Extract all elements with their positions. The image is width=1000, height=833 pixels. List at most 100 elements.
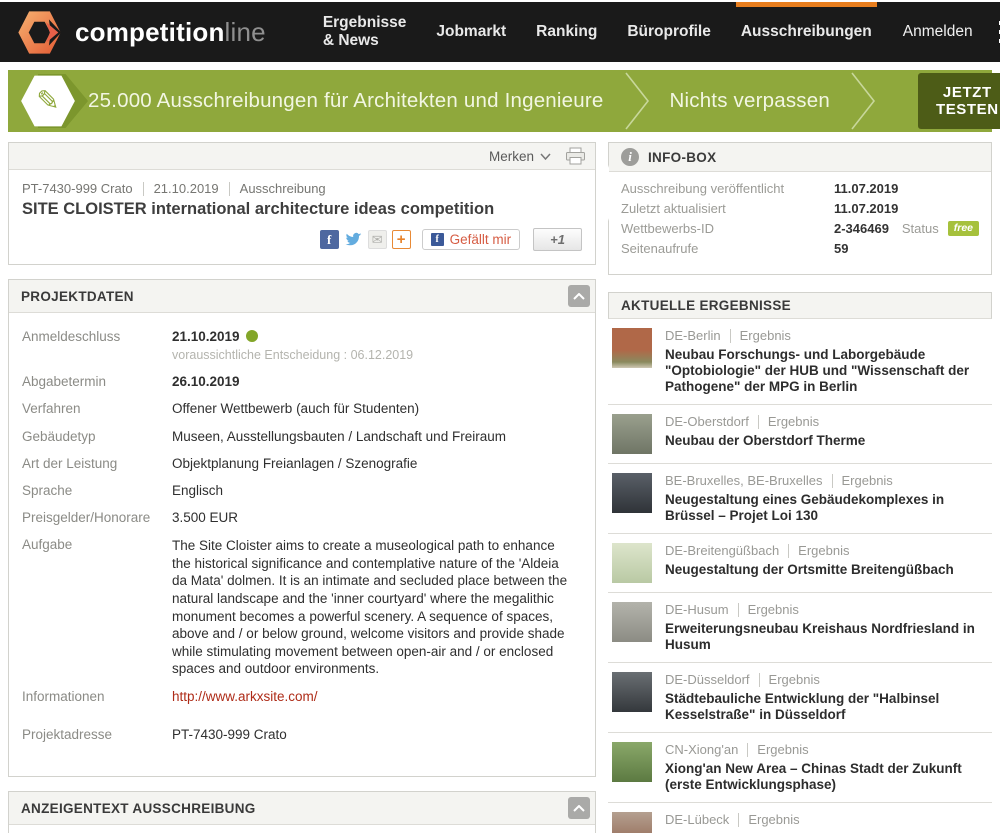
result-location: DE-Berlin (665, 328, 721, 344)
result-title[interactable]: Xiong'an New Area – Chinas Stadt der Zuk… (665, 761, 990, 793)
field-projektadresse: Projektadresse PT-7430-999 Crato (22, 727, 582, 743)
result-location: DE-Düsseldorf (665, 672, 750, 688)
twitter-share-icon[interactable] (344, 230, 363, 249)
result-location: DE-Breitengüßbach (665, 543, 779, 559)
result-item[interactable]: CN-Xiong'an Ergebnis Xiong'an New Area – … (608, 733, 992, 803)
nav-ausschreibungen[interactable]: Ausschreibungen (726, 2, 887, 62)
main-nav: Ergebnisse & News Jobmarkt Ranking Bürop… (308, 2, 887, 62)
breadcrumb-type: Ausschreibung (240, 181, 326, 196)
field-aufgabe: Aufgabe The Site Cloister aims to create… (22, 537, 582, 677)
nav-ergebnisse-news[interactable]: Ergebnisse & News (308, 2, 422, 62)
share-more-icon[interactable]: + (392, 230, 411, 249)
field-gebaeudetyp: Gebäudetyp Museen, Ausstellungsbauten / … (22, 429, 582, 445)
collapse-icon[interactable] (568, 285, 590, 307)
competition-header-card: Merken PT-7430-999 Crato 21.10.2019 (8, 142, 596, 265)
status-dot-green (246, 330, 258, 342)
nav-jobmarkt[interactable]: Jobmarkt (421, 2, 521, 62)
print-icon[interactable] (565, 147, 586, 165)
competitionline-logo-icon (16, 9, 63, 56)
info-row-wettbewerbs-id: Wettbewerbs-ID 2-346469 Status free (621, 221, 979, 236)
logo-text-light: line (225, 17, 266, 47)
projektdaten-section: PROJEKTDATEN Anmeldeschluss 21.10.2019 v… (8, 279, 596, 777)
social-share-row: f ✉ + f Gefällt mir +1 (22, 228, 582, 251)
section-title: PROJEKTDATEN (21, 289, 134, 304)
result-item[interactable]: DE-OberstdorfErgebnis Neubau der Oberstd… (608, 405, 992, 464)
logo[interactable]: competitionline (16, 9, 266, 56)
anzeigentext-body: Liegt nicht vor. (9, 825, 595, 833)
chevron-separator-icon (624, 72, 650, 130)
email-share-icon[interactable]: ✉ (368, 230, 387, 249)
result-item[interactable]: DE-Berlin Ergebnis Neubau Forschungs- und… (608, 319, 992, 405)
logo-text-bold: competition (75, 17, 225, 47)
info-row-aktualisiert: Zuletzt aktualisiert 11.07.2019 (621, 201, 979, 216)
result-title[interactable]: Neubau der Oberstdorf Therme (665, 433, 865, 449)
nav-ranking[interactable]: Ranking (521, 2, 612, 62)
anzeigentext-header: ANZEIGENTEXT AUSSCHREIBUNG (9, 792, 595, 825)
result-location: DE-Husum (665, 602, 729, 618)
breadcrumb-date: 21.10.2019 (154, 181, 219, 196)
info-row-seitenaufrufe: Seitenaufrufe 59 (621, 241, 979, 256)
result-title[interactable]: Neubau Forschungs- und Laborgebäude "Opt… (665, 347, 990, 395)
facebook-share-icon[interactable]: f (320, 230, 339, 249)
google-plusone-button[interactable]: +1 (533, 228, 582, 251)
result-tag: Ergebnis (769, 672, 820, 688)
result-title[interactable]: Neugestaltung eines Gebäudekomplexes in … (665, 492, 990, 524)
breadcrumb-project-id: PT-7430-999 Crato (22, 181, 133, 196)
result-tag: Ergebnis (748, 602, 799, 618)
merken-dropdown[interactable]: Merken (489, 149, 551, 164)
logo-text: competitionline (75, 17, 266, 48)
pencil-icon: ✎ (36, 87, 59, 115)
result-title[interactable]: Erweiterungsneubau Kreishaus Nordfriesla… (665, 621, 990, 653)
field-abgabetermin: Abgabetermin 26.10.2019 (22, 374, 582, 390)
result-location: BE-Bruxelles, BE-Bruxelles (665, 473, 823, 489)
pencil-hexagon-icon: ✎ (8, 70, 88, 132)
result-thumbnail (612, 602, 652, 642)
result-tag: Ergebnis (757, 742, 808, 758)
field-art-der-leistung: Art der Leistung Objektplanung Freianlag… (22, 456, 582, 472)
merken-label: Merken (489, 149, 534, 164)
result-tag: Ergebnis (768, 414, 819, 430)
breadcrumb: PT-7430-999 Crato 21.10.2019 Ausschreibu… (22, 181, 582, 196)
card-toolbar: Merken (9, 143, 595, 170)
result-title[interactable]: Neugestaltung der Ortsmitte Breitengüßba… (665, 562, 954, 578)
entscheidung-note: voraussichtliche Entscheidung : 06.12.20… (172, 348, 572, 363)
collapse-icon[interactable] (568, 797, 590, 819)
result-tag: Ergebnis (798, 543, 849, 559)
anmeldeschluss-date: 21.10.2019 (172, 329, 240, 344)
result-thumbnail (612, 328, 652, 368)
result-title[interactable]: Städtebauliche Entwicklung der "Halbinse… (665, 691, 990, 723)
chevron-separator-icon (850, 72, 876, 130)
field-informationen: Informationen http://www.arkxsite.com/ (22, 689, 582, 705)
ergebnisse-header: AKTUELLE ERGEBNISSE (608, 292, 992, 319)
nav-bueroprofile[interactable]: Büroprofile (612, 2, 726, 62)
info-url-link[interactable]: http://www.arkxsite.com/ (172, 689, 318, 704)
anzeigentext-section: ANZEIGENTEXT AUSSCHREIBUNG Liegt nicht v… (8, 791, 596, 833)
result-thumbnail (612, 414, 652, 454)
info-box-pointer (599, 165, 609, 221)
section-title: INFO-BOX (648, 150, 716, 165)
jetzt-testen-button[interactable]: JETZT TESTEN ❯ (918, 73, 1000, 129)
result-item[interactable]: DE-LübeckErgebnis Neubau eines Hotels au… (608, 803, 992, 833)
field-anmeldeschluss: Anmeldeschluss 21.10.2019 voraussichtlic… (22, 329, 582, 363)
result-location: DE-Lübeck (665, 812, 729, 828)
login-link[interactable]: Anmelden (903, 23, 973, 41)
result-tag: Ergebnis (748, 812, 799, 828)
result-thumbnail (612, 473, 652, 513)
ergebnisse-list: DE-Berlin Ergebnis Neubau Forschungs- und… (608, 319, 992, 833)
result-item[interactable]: BE-Bruxelles, BE-BruxellesErgebnis Neuge… (608, 464, 992, 534)
status-badge: free (948, 221, 979, 236)
result-item[interactable]: DE-Husum Ergebnis Erweiterungsneubau Krei… (608, 593, 992, 663)
like-label: Gefällt mir (450, 232, 512, 247)
result-item[interactable]: DE-Breitengüßbach Ergebnis Neugestaltung … (608, 534, 992, 593)
page-title: SITE CLOISTER international architecture… (22, 200, 582, 219)
info-icon: i (621, 148, 639, 166)
result-tag: Ergebnis (740, 328, 791, 344)
section-title: AKTUELLE ERGEBNISSE (621, 298, 791, 313)
result-location: CN-Xiong'an (665, 742, 738, 758)
top-navbar: competitionline Ergebnisse & News Jobmar… (0, 2, 1000, 62)
cta-label: JETZT TESTEN (936, 84, 999, 118)
banner-headline: 25.000 Ausschreibungen für Architekten u… (88, 89, 604, 113)
field-verfahren: Verfahren Offener Wettbewerb (auch für S… (22, 401, 582, 417)
result-item[interactable]: DE-Düsseldorf Ergebnis Städtebauliche Ent… (608, 663, 992, 733)
facebook-like-button[interactable]: f Gefällt mir (422, 229, 521, 250)
